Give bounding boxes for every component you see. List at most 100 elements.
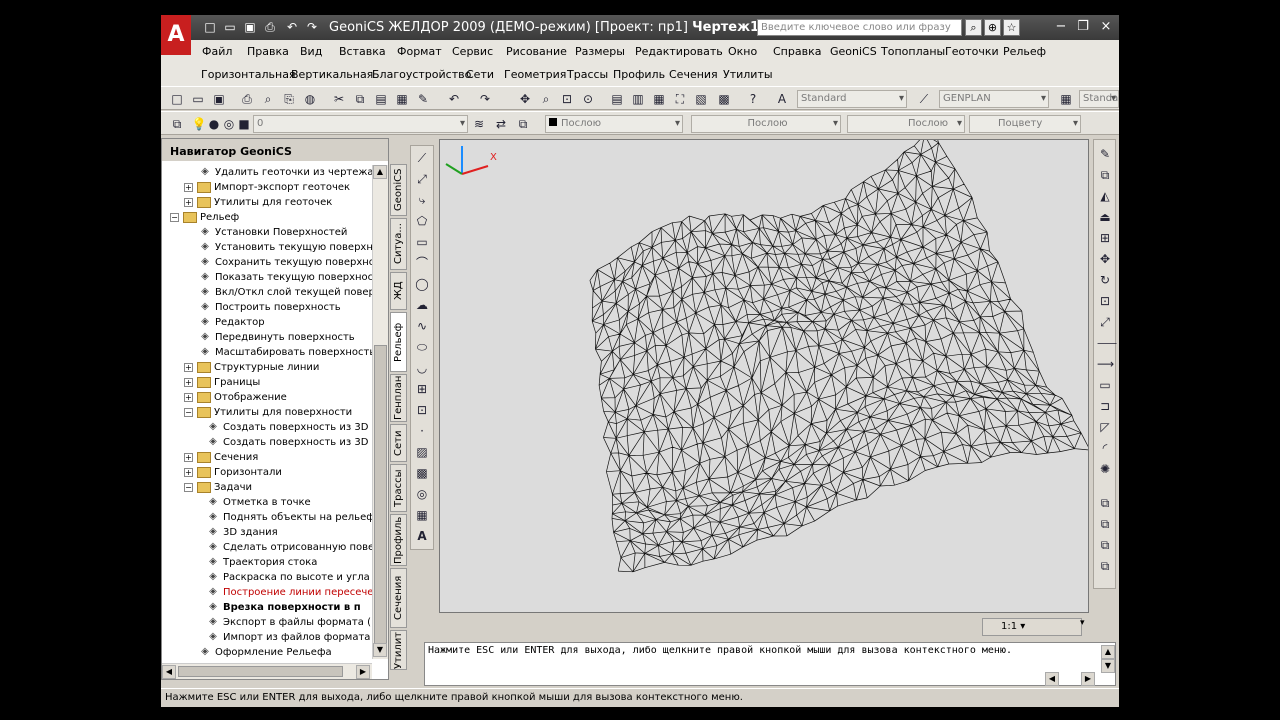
menu-item[interactable]: Благоустройство (372, 68, 471, 81)
scroll-right-icon[interactable]: ▶ (356, 665, 370, 679)
make-current-icon[interactable]: ≋ (471, 116, 487, 132)
mtext-icon[interactable]: A (414, 528, 430, 544)
vtab[interactable]: Генплан (390, 374, 407, 422)
xline-icon[interactable]: ⤢ (414, 171, 430, 187)
ellipse-arc-icon[interactable]: ◡ (414, 360, 430, 376)
layer-states-icon[interactable]: ⧉ (515, 116, 531, 132)
print-icon[interactable]: ⎙ (263, 20, 277, 34)
annotation-scale[interactable]: 1:1 ▾ (982, 618, 1082, 636)
expand-icon[interactable]: + (184, 392, 193, 402)
expand-icon[interactable]: + (184, 452, 193, 462)
region-icon[interactable]: ◎ (414, 486, 430, 502)
tree-item[interactable]: ◈ 3D здания (206, 525, 372, 540)
menu-item[interactable]: Сечения (669, 68, 718, 81)
scale-icon[interactable]: ⊡ (1097, 293, 1113, 309)
tree-item[interactable]: ◈ Врезка поверхности в п (206, 600, 372, 615)
layer-color-icon[interactable]: ■ (236, 116, 252, 132)
palettes-icon[interactable]: ▦ (651, 91, 667, 107)
spline-icon[interactable]: ∿ (414, 318, 430, 334)
layer-select[interactable]: 0 (253, 115, 468, 133)
vtab[interactable]: Сети (390, 424, 407, 462)
table-style-icon[interactable]: ▦ (1058, 91, 1074, 107)
redo-icon[interactable]: ↷ (477, 91, 493, 107)
scroll-down-icon[interactable]: ▼ (373, 643, 387, 657)
dim-style-select[interactable]: GENPLAN (939, 90, 1049, 108)
vtab[interactable]: ЖД (390, 272, 407, 310)
expand-icon[interactable]: + (184, 377, 193, 387)
save-icon[interactable]: ▣ (211, 91, 227, 107)
draworder-below-icon[interactable]: ⧉ (1097, 558, 1113, 574)
tree-item[interactable]: ◈ Траектория стока (206, 555, 372, 570)
sun-icon[interactable]: ● (206, 116, 222, 132)
collapse-icon[interactable]: − (184, 407, 193, 417)
draworder-front-icon[interactable]: ⧉ (1097, 495, 1113, 511)
collapse-icon[interactable]: − (170, 212, 179, 222)
copy-clip-icon[interactable]: ▤ (373, 91, 389, 107)
menu-item[interactable]: Правка (247, 45, 289, 58)
table-icon[interactable]: ▦ (414, 507, 430, 523)
vtab[interactable]: Профиль (390, 514, 407, 566)
vtab[interactable]: Ситуа... (390, 218, 407, 270)
polyline-icon[interactable]: ⤷ (414, 192, 430, 208)
move-icon[interactable]: ✥ (1097, 251, 1113, 267)
cmd-scroll-right-icon[interactable]: ▶ (1081, 672, 1095, 686)
open-icon[interactable]: ▭ (223, 20, 237, 34)
tree-item[interactable]: ◈ Установить текущую поверхнос (198, 240, 372, 255)
undo-icon[interactable]: ↶ (285, 20, 299, 34)
cmd-scroll-left-icon[interactable]: ◀ (1045, 672, 1059, 686)
zoom-window-icon[interactable]: ⊡ (559, 91, 575, 107)
circle-icon[interactable]: ◯ (414, 276, 430, 292)
draworder-above-icon[interactable]: ⧉ (1097, 537, 1113, 553)
rotate-icon[interactable]: ↻ (1097, 272, 1113, 288)
menu-item[interactable]: Формат (397, 45, 442, 58)
expand-icon[interactable]: + (184, 467, 193, 477)
tree-folder[interactable]: + Импорт-экспорт геоточек (184, 180, 372, 195)
gradient-icon[interactable]: ▩ (414, 465, 430, 481)
menu-item[interactable]: Трассы (567, 68, 608, 81)
lineweight-select[interactable]: Послою (847, 115, 965, 133)
tree-item[interactable]: ◈ Построение линии пересече (206, 585, 372, 600)
lock-icon[interactable]: ◎ (221, 116, 237, 132)
tree-item[interactable]: ◈ Оформление Рельефа (198, 645, 372, 659)
tree-item[interactable]: ◈ Раскраска по высоте и угла (206, 570, 372, 585)
expand-icon[interactable]: + (184, 182, 193, 192)
command-line[interactable]: Нажмите ESC или ENTER для выхода, либо щ… (424, 642, 1116, 686)
menu-item[interactable]: Сервис (452, 45, 493, 58)
menu-item[interactable]: Вид (300, 45, 322, 58)
tree-item[interactable]: ◈ Сделать отрисованную пове (206, 540, 372, 555)
revcloud-icon[interactable]: ☁ (414, 297, 430, 313)
tree-item[interactable]: ◈ Установки Поверхностей (198, 225, 372, 240)
expand-icon[interactable]: ▾ (1080, 618, 1088, 636)
tree-item[interactable]: ◈ Вкл/Откл слой текущей поверх (198, 285, 372, 300)
vtab[interactable]: Сечения (390, 568, 407, 628)
vtab[interactable]: GeoniCS (390, 164, 407, 216)
layer-manager-icon[interactable]: ⧉ (169, 116, 185, 132)
bulb-icon[interactable]: 💡 (191, 116, 207, 132)
sheet-set-icon[interactable]: ⛶ (672, 91, 688, 107)
stretch-icon[interactable]: ⤢ (1097, 314, 1113, 330)
new-icon[interactable]: □ (203, 20, 217, 34)
undo-icon[interactable]: ↶ (446, 91, 462, 107)
join-icon[interactable]: ⊐ (1097, 398, 1113, 414)
color-select[interactable]: Послою (545, 115, 683, 133)
match-icon[interactable]: ✎ (415, 91, 431, 107)
tree-item[interactable]: ◈ Создать поверхность из 3D (206, 435, 372, 450)
menu-item[interactable]: Горизонтальная (201, 68, 296, 81)
navigator-vertical-scrollbar[interactable]: ▲ ▼ (372, 165, 388, 659)
navigator-horizontal-scrollbar[interactable]: ◀ ▶ (162, 663, 372, 679)
tree-item[interactable]: ◈ Создать поверхность из 3D (206, 420, 372, 435)
preview-icon[interactable]: ⌕ (260, 91, 276, 107)
dim-style-icon[interactable]: ⟋ (916, 91, 932, 107)
autocad-logo[interactable]: A (161, 15, 191, 55)
drawing-viewport[interactable]: X (439, 139, 1089, 613)
point-icon[interactable]: · (414, 423, 430, 439)
design-center-icon[interactable]: ▥ (630, 91, 646, 107)
menu-item[interactable]: Справка (773, 45, 821, 58)
menu-item[interactable]: Утилиты (723, 68, 773, 81)
fillet-icon[interactable]: ◜ (1097, 440, 1113, 456)
minimize-button[interactable]: − (1051, 18, 1071, 36)
scroll-left-icon[interactable]: ◀ (162, 665, 176, 679)
tree-folder[interactable]: + Отображение (184, 390, 372, 405)
tree-item[interactable]: ◈ Передвинуть поверхность (198, 330, 372, 345)
expand-icon[interactable]: + (184, 197, 193, 207)
